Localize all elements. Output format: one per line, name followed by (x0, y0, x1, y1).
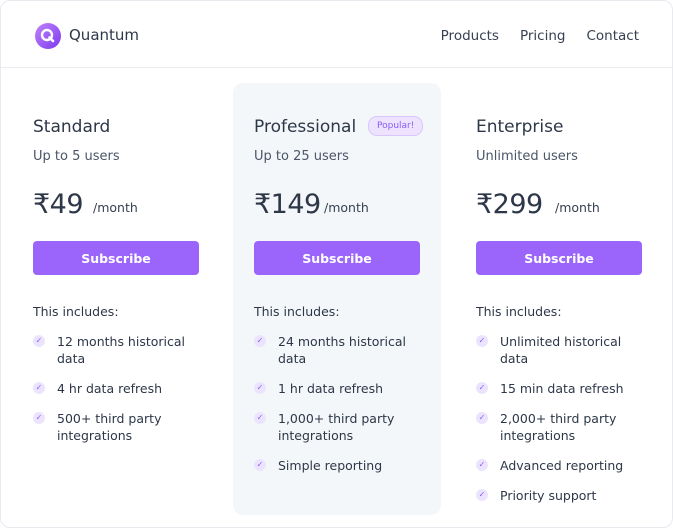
check-icon: ✓ (254, 335, 266, 347)
feature-text: 12 months historical data (57, 334, 186, 366)
feature-item: ✓ 500+ third party integrations (33, 410, 203, 444)
feature-item: ✓ Priority support (476, 487, 646, 504)
plan-period: /month (324, 200, 369, 215)
plan-name: Enterprise (476, 117, 564, 137)
plan-card-content: Professional Popular! Up to 25 users ₹14… (254, 83, 441, 515)
feature-text: 1 hr data refresh (278, 381, 384, 396)
feature-text: Simple reporting (278, 458, 383, 473)
nav-link-contact[interactable]: Contact (586, 28, 639, 44)
feature-item: ✓ 24 months historical data (254, 333, 424, 367)
q-logo-icon[interactable] (35, 23, 61, 49)
plan-users: Up to 25 users (254, 149, 349, 164)
feature-text: 2,000+ third party integrations (500, 411, 617, 443)
feature-text: 4 hr data refresh (57, 381, 163, 396)
feature-list: ✓ 12 months historical data ✓ 4 hr data re… (33, 333, 203, 457)
check-icon: ✓ (254, 459, 266, 471)
plan-users: Unlimited users (476, 149, 578, 164)
plan-card-professional: Professional Popular! Up to 25 users ₹14… (233, 83, 441, 515)
check-icon: ✓ (476, 459, 488, 471)
feature-item: ✓ Advanced reporting (476, 457, 646, 474)
check-icon: ✓ (33, 382, 45, 394)
plan-users: Up to 5 users (33, 149, 120, 164)
subscribe-button-professional[interactable]: Subscribe (254, 241, 420, 275)
check-icon: ✓ (476, 335, 488, 347)
feature-text: 1,000+ third party integrations (278, 411, 395, 443)
feature-item: ✓ 1 hr data refresh (254, 380, 424, 397)
brand-name[interactable]: Quantum (69, 26, 139, 44)
feature-text: Unlimited historical data (500, 334, 622, 366)
feature-text: 500+ third party integrations (57, 411, 162, 443)
pricing-page: Quantum Products Pricing Contact Standar… (0, 0, 673, 528)
feature-item: ✓ 15 min data refresh (476, 380, 646, 397)
feature-text: 24 months historical data (278, 334, 407, 366)
plan-period: /month (93, 200, 138, 215)
popular-badge: Popular! (368, 116, 424, 136)
nav-link-products[interactable]: Products (441, 28, 499, 44)
check-icon: ✓ (476, 412, 488, 424)
includes-heading: This includes: (476, 304, 562, 319)
nav-links: Products Pricing Contact (441, 28, 639, 44)
feature-item: ✓ 12 months historical data (33, 333, 203, 367)
subscribe-button-standard[interactable]: Subscribe (33, 241, 199, 275)
check-icon: ✓ (476, 489, 488, 501)
plan-card-standard: Standard Up to 5 users ₹49 /month Subscr… (33, 83, 241, 515)
plan-price: ₹299 (476, 189, 543, 220)
feature-text: Priority support (500, 488, 597, 503)
nav-link-pricing[interactable]: Pricing (520, 28, 566, 44)
subscribe-button-enterprise[interactable]: Subscribe (476, 241, 642, 275)
feature-item: ✓ Unlimited historical data (476, 333, 646, 367)
plan-price: ₹149 (254, 189, 321, 220)
feature-item: ✓ Simple reporting (254, 457, 424, 474)
check-icon: ✓ (33, 335, 45, 347)
feature-list: ✓ 24 months historical data ✓ 1 hr data re… (254, 333, 424, 487)
check-icon: ✓ (254, 382, 266, 394)
check-icon: ✓ (476, 382, 488, 394)
includes-heading: This includes: (254, 304, 340, 319)
feature-text: 15 min data refresh (500, 381, 624, 396)
feature-text: Advanced reporting (500, 458, 624, 473)
plan-price: ₹49 (33, 189, 84, 220)
plan-name: Standard (33, 117, 111, 137)
feature-item: ✓ 4 hr data refresh (33, 380, 203, 397)
feature-item: ✓ 1,000+ third party integrations (254, 410, 424, 444)
includes-heading: This includes: (33, 304, 119, 319)
check-icon: ✓ (33, 412, 45, 424)
top-navbar: Quantum Products Pricing Contact (1, 1, 672, 68)
plan-card-enterprise: Enterprise Unlimited users ₹299 /month S… (476, 83, 672, 517)
feature-item: ✓ 2,000+ third party integrations (476, 410, 646, 444)
check-icon: ✓ (254, 412, 266, 424)
feature-list: ✓ Unlimited historical data ✓ 15 min data … (476, 333, 646, 517)
plan-name: Professional (254, 117, 357, 137)
plan-period: /month (555, 200, 600, 215)
